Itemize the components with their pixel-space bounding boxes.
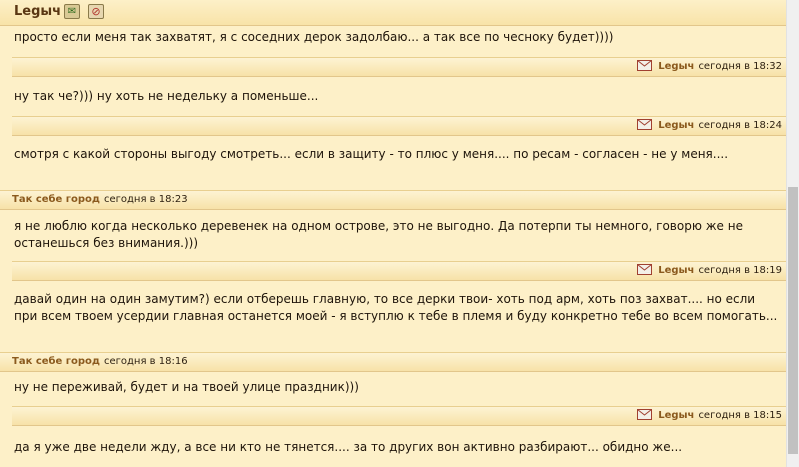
message-time: сегодня в 18:16 bbox=[104, 356, 188, 367]
header-author[interactable]: Legыч bbox=[14, 4, 61, 19]
message-time: сегодня в 18:15 bbox=[698, 410, 782, 421]
message-meta-bar: Так себе город сегодня в 18:23 bbox=[0, 190, 786, 210]
message-meta-bar: Legыч сегодня в 18:32 bbox=[12, 57, 786, 77]
message-text: смотря с какой стороны выгоду смотреть..… bbox=[14, 147, 729, 161]
message-text: ну не переживай, будет и на твоей улице … bbox=[14, 380, 359, 394]
message-text: ну так че?))) ну хоть не недельку а поме… bbox=[14, 89, 319, 103]
message-author[interactable]: Legыч bbox=[658, 265, 694, 276]
message-author[interactable]: Legыч bbox=[658, 61, 694, 72]
message-text: да я уже две недели жду, а все ни кто не… bbox=[14, 440, 683, 454]
message-author[interactable]: Так себе город bbox=[12, 356, 100, 367]
message-icon[interactable]: ✉ bbox=[64, 4, 80, 19]
scrollbar-thumb[interactable] bbox=[788, 187, 798, 454]
mail-icon[interactable] bbox=[637, 60, 653, 71]
mail-icon[interactable] bbox=[637, 119, 653, 130]
message-text: я не люблю когда несколько деревенек на … bbox=[14, 219, 743, 250]
message-time: сегодня в 18:32 bbox=[698, 61, 782, 72]
message-meta-bar: Legыч сегодня в 18:15 bbox=[12, 406, 786, 426]
message-meta-bar: Так себе город сегодня в 18:16 bbox=[0, 352, 786, 372]
message-time: сегодня в 18:24 bbox=[698, 120, 782, 131]
message-time: сегодня в 18:23 bbox=[104, 194, 188, 205]
message-author[interactable]: Legыч bbox=[658, 410, 694, 421]
block-icon[interactable]: ⊘ bbox=[88, 4, 104, 19]
mail-icon[interactable] bbox=[637, 409, 653, 420]
scrollbar[interactable] bbox=[786, 0, 799, 467]
message-meta-bar: Legыч сегодня в 18:19 bbox=[12, 261, 786, 281]
message-text: просто если меня так захватят, я с сосед… bbox=[14, 30, 614, 44]
message-author[interactable]: Так себе город bbox=[12, 194, 100, 205]
message-author[interactable]: Legыч bbox=[658, 120, 694, 131]
thread-header: Legыч ✉ ⊘ bbox=[0, 0, 786, 26]
mail-icon[interactable] bbox=[637, 264, 653, 275]
message-meta-bar: Legыч сегодня в 18:24 bbox=[12, 116, 786, 136]
message-time: сегодня в 18:19 bbox=[698, 265, 782, 276]
message-text: давай один на один замутим?) если отбере… bbox=[14, 292, 778, 323]
message-thread: Legыч ✉ ⊘ просто если меня так захватят,… bbox=[0, 0, 786, 467]
